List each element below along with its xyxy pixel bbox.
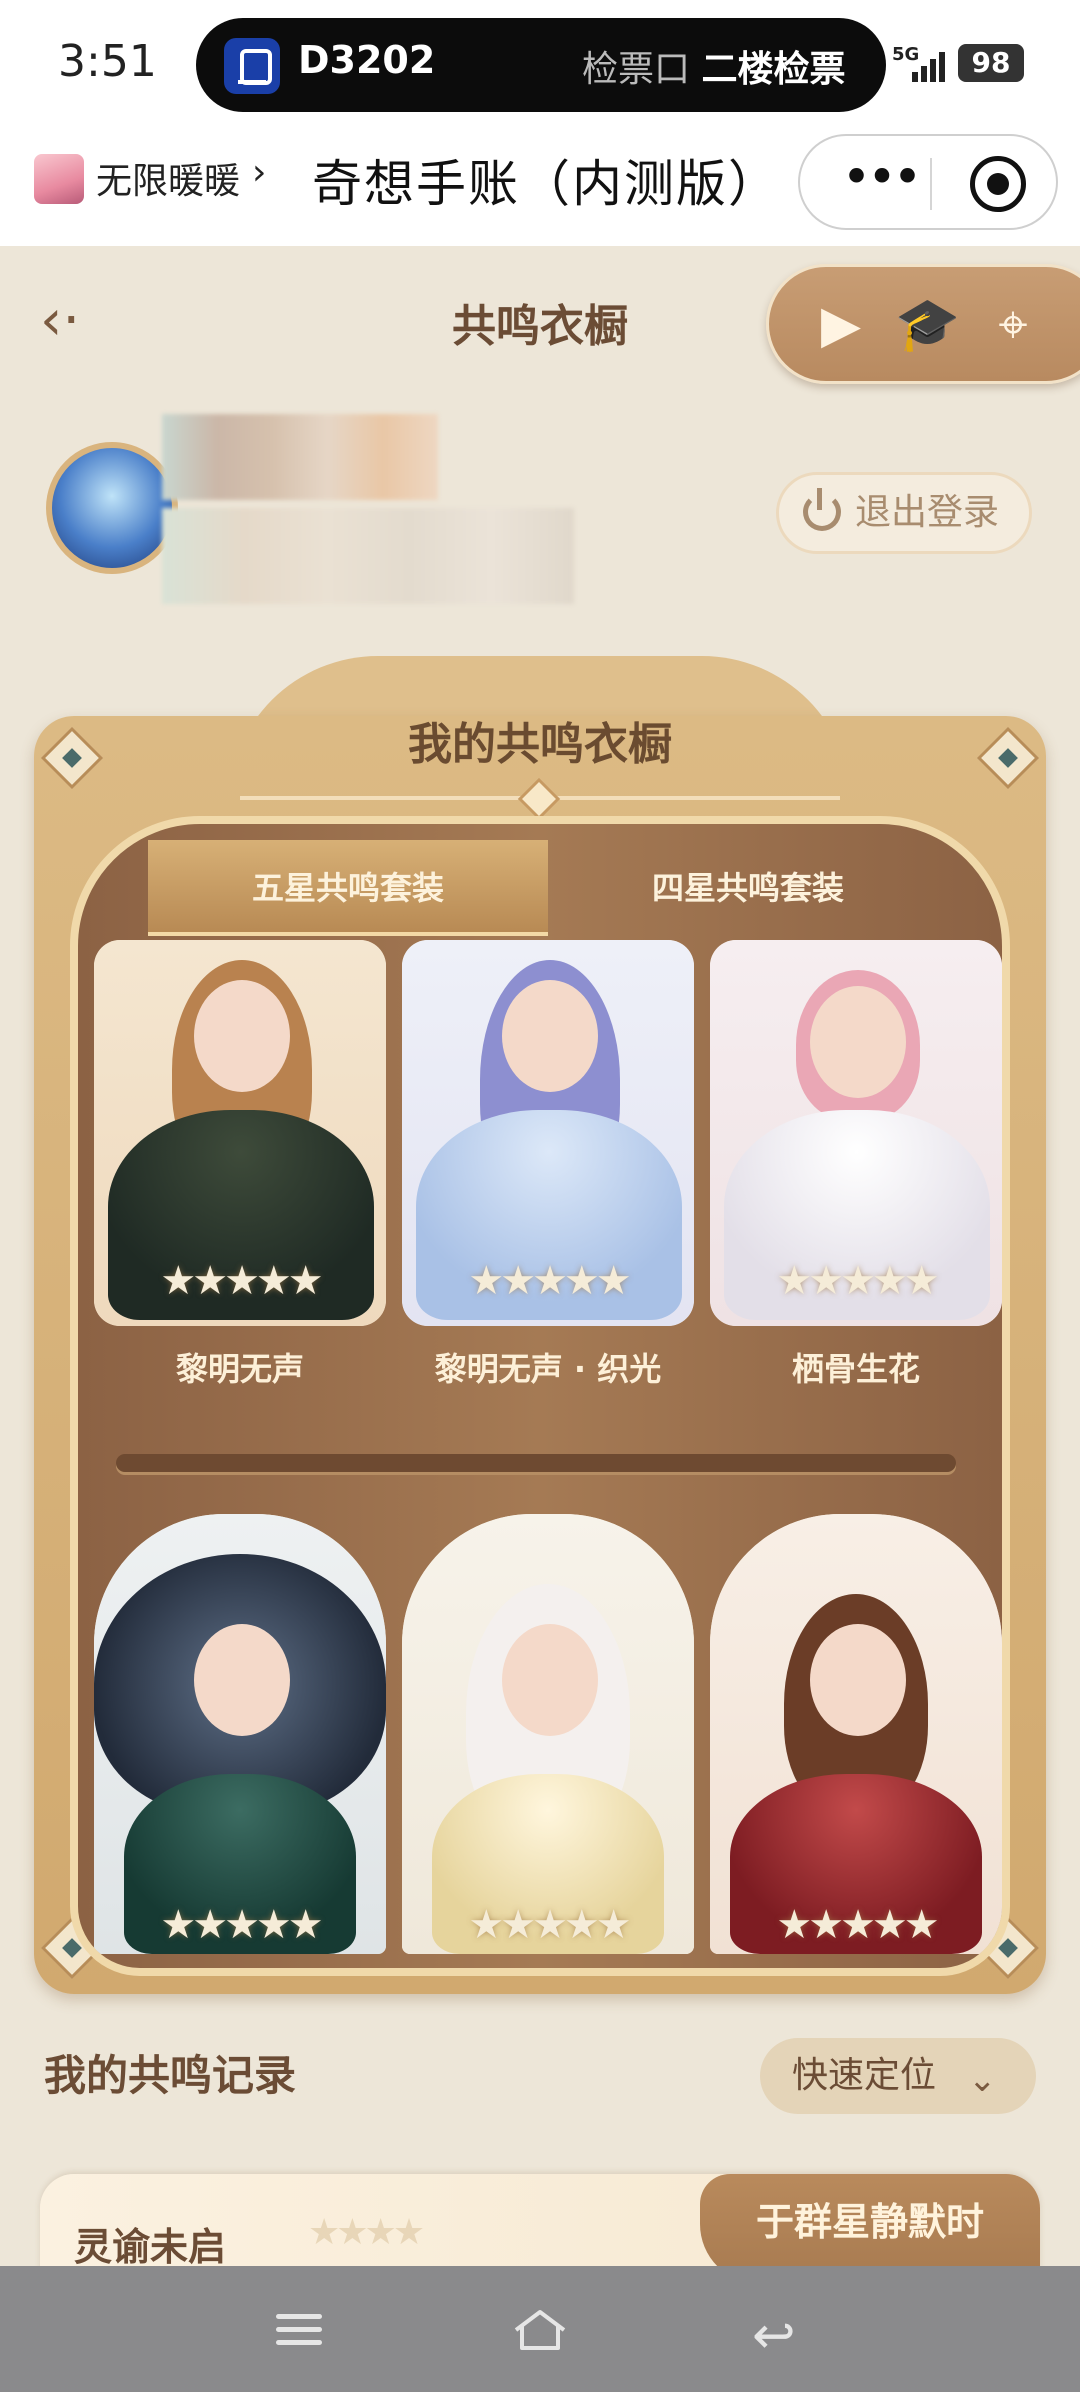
redacted-user-id (162, 508, 574, 604)
outfit-card[interactable]: ★★★★★ (94, 940, 386, 1326)
chevron-down-icon: ⌄ (968, 2060, 997, 2100)
avatar[interactable] (46, 442, 178, 574)
quick-locate-button[interactable]: 快速定位 ⌄ (760, 2038, 1036, 2114)
outfit-card[interactable]: ★★★★★ (710, 1514, 1002, 1954)
chevron-right-icon: › (252, 152, 267, 193)
outfit-name: 黎明无声 (175, 1350, 304, 1388)
star-rating: ★★★★★ (468, 1902, 631, 1948)
back-icon[interactable]: ↩ (752, 2306, 796, 2366)
shelf-divider (116, 1454, 956, 1472)
tab-five-star[interactable]: 五星共鸣套装 (148, 840, 548, 936)
toolbox: ▶ 🎓 ⌖ (766, 264, 1080, 384)
redacted-username (162, 414, 438, 500)
page-content: ‹· 共鸣衣橱 ▶ 🎓 ⌖ 退出登录 我的共鸣衣橱 五星共鸣套装 四星共鸣套装 … (0, 246, 1080, 2266)
record-name: 灵谕未启 (74, 2225, 227, 2266)
capsule-divider (930, 158, 932, 210)
home-icon[interactable] (512, 2308, 568, 2352)
outfit-card[interactable]: ★★★★★ (402, 940, 694, 1326)
app-avatar[interactable] (34, 154, 84, 204)
tab-four-star[interactable]: 四星共鸣套装 (548, 840, 948, 936)
wardrobe-shelf: 五星共鸣套装 四星共鸣套装 ★★★★★ ★★★★★ ★★★★★ 黎明无声 黎明无… (70, 816, 1010, 1976)
capsule-menu: ••• (798, 134, 1058, 230)
outfit-name: 栖骨生花 (791, 1350, 920, 1388)
wardrobe-title: 我的共鸣衣橱 (408, 719, 672, 770)
train-icon (224, 38, 280, 94)
records-title: 我的共鸣记录 (44, 2051, 297, 2100)
signal-icon (912, 50, 952, 82)
record-item[interactable]: 灵谕未启 ★★★★ 于群星静默时 (40, 2174, 1040, 2266)
status-bar: 3:51 D3202 检票口 二楼检票 5G 98 (0, 0, 1080, 130)
record-outfit-tab[interactable]: 于群星静默时 (700, 2174, 1040, 2266)
star-rating: ★★★★★ (160, 1258, 323, 1304)
app-name-link[interactable]: 无限暖暖 (96, 152, 240, 204)
page-title: 奇想手账（内测版） (312, 155, 780, 213)
menu-icon[interactable] (276, 2310, 322, 2348)
star-rating: ★★★★★ (468, 1258, 631, 1304)
power-icon (803, 488, 841, 531)
logout-label: 退出登录 (855, 492, 1000, 533)
star-rating: ★★★★★ (776, 1902, 939, 1948)
target-icon[interactable] (970, 156, 1026, 212)
star-rating: ★★★★ (308, 2212, 425, 2253)
star-rating: ★★★★★ (160, 1902, 323, 1948)
gate-info: 检票口 二楼检票 (582, 49, 846, 90)
outfit-card[interactable]: ★★★★★ (710, 940, 1002, 1326)
train-number: D3202 (298, 38, 436, 82)
more-dots-icon[interactable]: ••• (830, 152, 930, 202)
battery-icon: 98 (958, 44, 1024, 82)
play-arrow-icon[interactable]: ▶ (809, 293, 873, 357)
miniprogram-nav: 无限暖暖 › 奇想手账（内测版） ••• (0, 130, 1080, 246)
train-live-activity[interactable]: D3202 检票口 二楼检票 (196, 18, 886, 112)
clock: 3:51 (58, 36, 157, 87)
system-nav-bar: ↩ (0, 2266, 1080, 2392)
star-rating: ★★★★★ (776, 1258, 939, 1304)
map-icon[interactable]: ⌖ (981, 293, 1045, 357)
tutor-icon[interactable]: 🎓 (895, 293, 960, 357)
outfit-card[interactable]: ★★★★★ (402, 1514, 694, 1954)
logout-button[interactable]: 退出登录 (776, 472, 1032, 554)
outfit-card[interactable]: ★★★★★ (94, 1514, 386, 1954)
outfit-name: 黎明无声 · 织光 (434, 1350, 662, 1388)
quick-locate-label: 快速定位 (792, 2055, 937, 2096)
